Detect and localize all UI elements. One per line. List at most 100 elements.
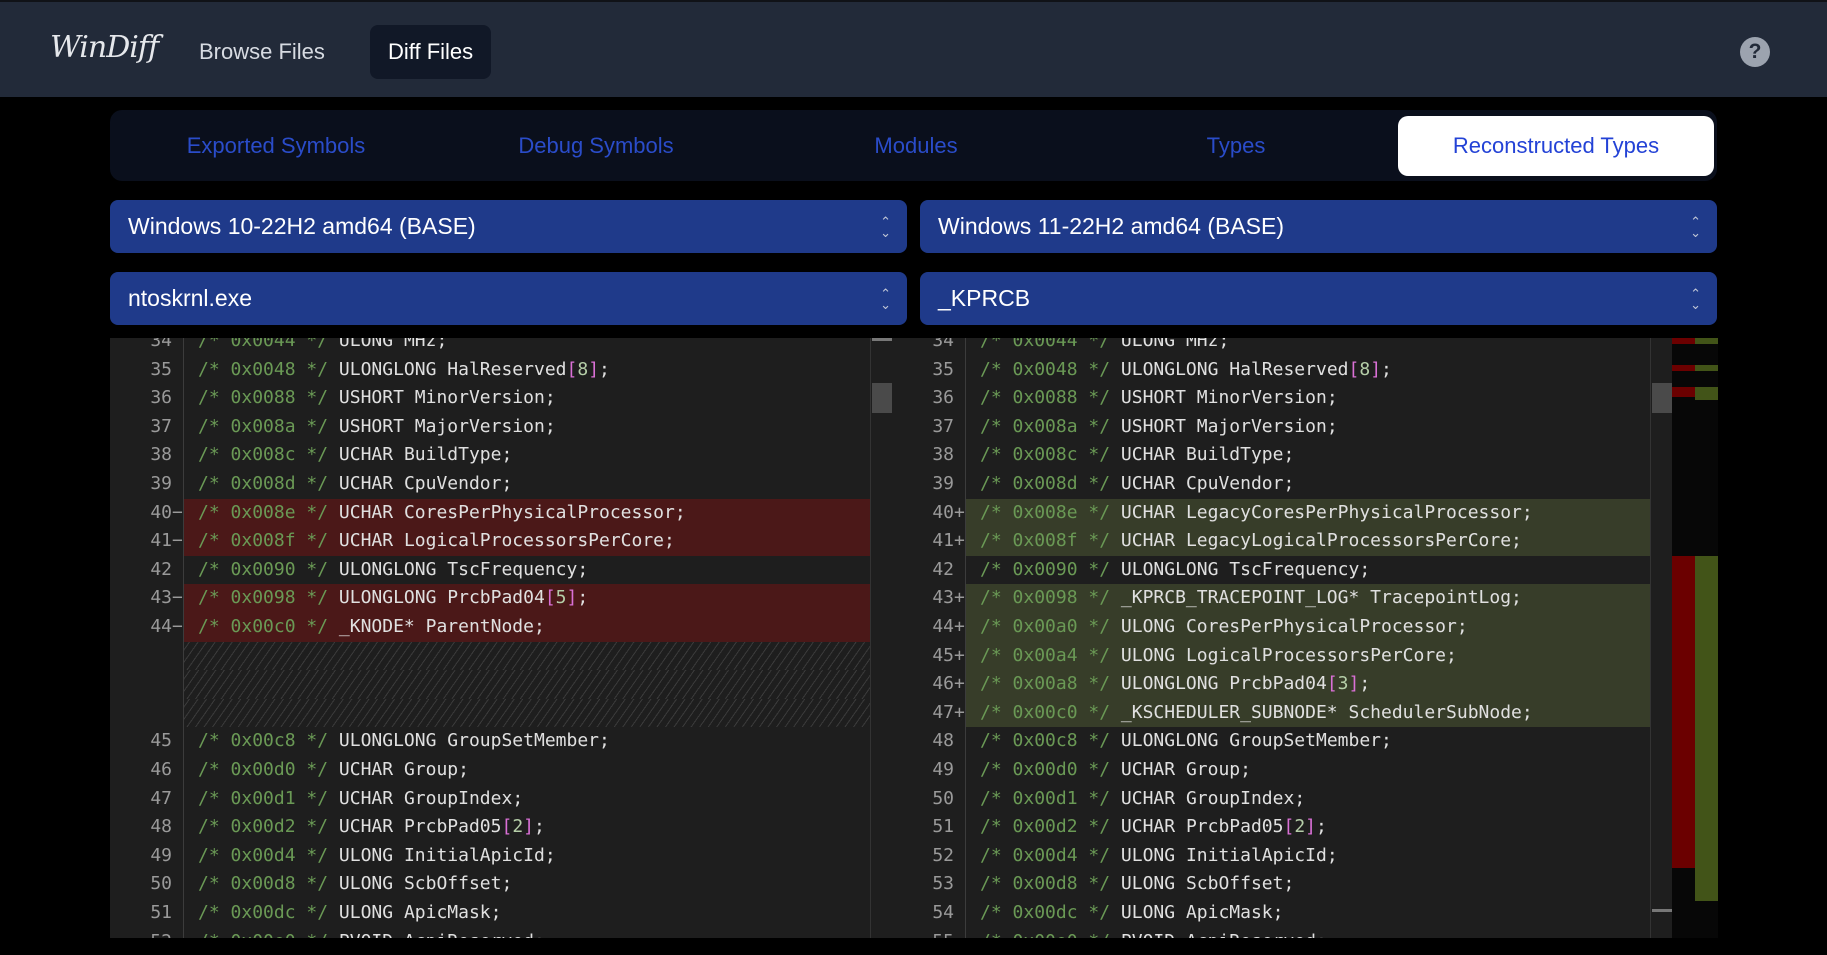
diff-line[interactable]: 34 /* 0x0044 */ ULONG MHz; xyxy=(892,338,1672,356)
diff-line[interactable]: 41 + /* 0x008f */ UCHAR LegacyLogicalProce… xyxy=(892,527,1672,556)
right-diff-pane[interactable]: 34 /* 0x0044 */ ULONG MHz; 35 /* 0x0048 */ … xyxy=(892,338,1672,938)
field-offset: 0x00c8 xyxy=(1012,730,1078,752)
tab-modules[interactable]: Modules xyxy=(758,116,1074,176)
diff-line[interactable]: 43− /* 0x0098 */ ULONGLONG PrcbPad04[5]; xyxy=(110,584,892,613)
diff-line[interactable]: 50 /* 0x00d1 */ UCHAR GroupIndex; xyxy=(892,785,1672,814)
field-name: AcpiReserved xyxy=(1186,931,1316,938)
field-type: UCHAR xyxy=(338,444,404,466)
semicolon: ; xyxy=(599,358,610,380)
diff-line[interactable]: 40 + /* 0x008e */ UCHAR LegacyCoresPerPhys… xyxy=(892,499,1672,528)
diff-line[interactable]: 42 /* 0x0090 */ ULONGLONG TscFrequency; xyxy=(892,556,1672,585)
diff-line[interactable]: 38 /* 0x008c */ UCHAR BuildType; xyxy=(892,441,1672,470)
field-offset: 0x00c0 xyxy=(230,616,296,637)
tab-types[interactable]: Types xyxy=(1078,116,1394,176)
field-offset: 0x0048 xyxy=(230,358,296,380)
diff-line[interactable]: 41− /* 0x008f */ UCHAR LogicalProcessorsP… xyxy=(110,527,892,556)
diff-line[interactable]: 45 + /* 0x00a4 */ ULONG LogicalProcessorsP… xyxy=(892,642,1672,671)
diff-overview-ruler[interactable] xyxy=(1672,338,1718,938)
field-type: ULONGLONG xyxy=(1120,358,1230,380)
nav-browse-files[interactable]: Browse Files xyxy=(181,25,343,79)
field-name: SchedulerSubNode xyxy=(1348,701,1522,723)
diff-line[interactable]: 39 /* 0x008d */ UCHAR CpuVendor; xyxy=(110,470,892,499)
array-bracket: ] xyxy=(566,587,578,609)
left-version-select[interactable]: Windows 10-22H2 amd64 (BASE) ⌃ ⌄ xyxy=(110,200,907,253)
diff-line[interactable]: 37 /* 0x008a */ USHORT MajorVersion; xyxy=(110,413,892,442)
code-text: /* 0x0044 */ ULONG MHz; xyxy=(198,338,447,356)
diff-line[interactable]: 35 /* 0x0048 */ ULONGLONG HalReserved[8]; xyxy=(110,356,892,385)
help-icon[interactable]: ? xyxy=(1740,37,1770,67)
diff-line[interactable]: 48 /* 0x00c8 */ ULONGLONG GroupSetMember; xyxy=(892,727,1672,756)
diff-line[interactable]: 37 /* 0x008a */ USHORT MajorVersion; xyxy=(892,413,1672,442)
comment-close: */ xyxy=(295,759,339,780)
diff-line[interactable]: 51 /* 0x00dc */ ULONG ApicMask; xyxy=(110,899,892,928)
diff-line[interactable]: 39 /* 0x008d */ UCHAR CpuVendor; xyxy=(892,470,1672,499)
field-offset: 0x00d1 xyxy=(230,787,296,809)
field-offset: 0x008e xyxy=(230,501,296,523)
diff-line[interactable]: 48 /* 0x00d2 */ UCHAR PrcbPad05[2]; xyxy=(110,813,892,842)
diff-line[interactable]: 52 /* 0x00d4 */ ULONG InitialApicId; xyxy=(892,842,1672,871)
code-text: /* 0x0088 */ USHORT MinorVersion; xyxy=(198,384,556,413)
line-number: 46 xyxy=(150,759,172,780)
diff-line[interactable]: 36 /* 0x0088 */ USHORT MinorVersion; xyxy=(110,384,892,413)
diff-line[interactable]: 47 /* 0x00d1 */ UCHAR GroupIndex; xyxy=(110,785,892,814)
diff-line[interactable]: 46 /* 0x00d0 */ UCHAR Group; xyxy=(110,756,892,785)
updown-chevron-icon: ⌃ ⌄ xyxy=(1690,285,1701,312)
comment-close: */ xyxy=(1078,931,1121,938)
diff-line[interactable]: 50 /* 0x00d8 */ ULONG ScbOffset; xyxy=(110,870,892,899)
diff-line[interactable]: 42 /* 0x0090 */ ULONGLONG TscFrequency; xyxy=(110,556,892,585)
semicolon: ; xyxy=(436,338,448,351)
insert-marker: + xyxy=(954,587,965,609)
field-type: UCHAR xyxy=(1120,444,1186,466)
line-number: 50 xyxy=(932,787,954,809)
array-bracket: [ xyxy=(566,358,578,380)
array-bracket: [ xyxy=(1283,816,1295,838)
code-text: /* 0x00d2 */ UCHAR PrcbPad05[2]; xyxy=(198,813,545,842)
diff-line[interactable]: 47 + /* 0x00c0 */ _KSCHEDULER_SUBNODE* Sch… xyxy=(892,699,1672,728)
field-type: ULONG xyxy=(338,844,404,866)
diff-line[interactable]: 49 /* 0x00d4 */ ULONG InitialApicId; xyxy=(110,842,892,871)
diff-line[interactable]: 54 /* 0x00dc */ ULONG ApicMask; xyxy=(892,899,1672,928)
code-text: /* 0x008a */ USHORT MajorVersion; xyxy=(198,413,556,442)
diff-line[interactable]: 44− /* 0x00c0 */ _KNODE* ParentNode; xyxy=(110,613,892,642)
binary-select[interactable]: ntoskrnl.exe ⌃ ⌄ xyxy=(110,272,907,325)
diff-line[interactable]: 53 /* 0x00d8 */ ULONG ScbOffset; xyxy=(892,870,1672,899)
semicolon: ; xyxy=(1326,415,1338,437)
field-name: Group xyxy=(403,759,459,780)
comment-close: */ xyxy=(1077,530,1121,552)
diff-line[interactable]: 43 + /* 0x0098 */ _KPRCB_TRACEPOINT_LOG* T… xyxy=(892,584,1672,613)
diff-line[interactable]: 51 /* 0x00d2 */ UCHAR PrcbPad05[2]; xyxy=(892,813,1672,842)
diff-line[interactable]: 55 /* 0x00e0 */ PVOID AcpiReserved; xyxy=(892,928,1672,938)
comment-close: */ xyxy=(1077,701,1121,723)
windiff-logo[interactable]: WinDiff xyxy=(50,30,159,65)
field-type: _KPRCB_TRACEPOINT_LOG* xyxy=(1120,587,1371,609)
type-select[interactable]: _KPRCB ⌃ ⌄ xyxy=(920,272,1717,325)
diff-line[interactable]: 34 /* 0x0044 */ ULONG MHz; xyxy=(110,338,892,356)
field-name: ApicMask xyxy=(403,902,491,923)
diff-line[interactable]: 36 /* 0x0088 */ USHORT MinorVersion; xyxy=(892,384,1672,413)
right-version-select[interactable]: Windows 11-22H2 amd64 (BASE) ⌃ ⌄ xyxy=(920,200,1717,253)
array-bracket: ] xyxy=(1348,673,1360,695)
field-type: _KSCHEDULER_SUBNODE* xyxy=(1120,701,1349,723)
tab-debug-symbols[interactable]: Debug Symbols xyxy=(438,116,754,176)
insert-marker: + xyxy=(954,673,965,695)
comment-close: */ xyxy=(1077,616,1121,637)
field-type: ULONGLONG xyxy=(338,730,448,752)
tab-exported-symbols[interactable]: Exported Symbols xyxy=(118,116,434,176)
comment-close: */ xyxy=(1077,673,1121,695)
diff-line[interactable]: 46 + /* 0x00a8 */ ULONGLONG PrcbPad04[3]; xyxy=(892,670,1672,699)
nav-diff-files[interactable]: Diff Files xyxy=(370,25,492,79)
comment-open: /* xyxy=(980,730,1013,752)
diff-line[interactable]: 52 /* 0x00e0 */ PVOID AcpiReserved; xyxy=(110,928,892,938)
diff-line[interactable]: 45 /* 0x00c8 */ ULONGLONG GroupSetMember; xyxy=(110,727,892,756)
left-diff-pane[interactable]: 34 /* 0x0044 */ ULONG MHz; 35 /* 0x0048 */ … xyxy=(110,338,892,938)
diff-line[interactable]: 49 /* 0x00d0 */ UCHAR Group; xyxy=(892,756,1672,785)
diff-line[interactable]: 40− /* 0x008e */ UCHAR CoresPerPhysicalPr… xyxy=(110,499,892,528)
line-number: 41− xyxy=(110,527,183,556)
field-type: UCHAR xyxy=(1120,530,1186,552)
diff-line[interactable]: 38 /* 0x008c */ UCHAR BuildType; xyxy=(110,441,892,470)
diff-line[interactable]: 44 + /* 0x00a0 */ ULONG CoresPerPhysicalPr… xyxy=(892,613,1672,642)
diff-line[interactable]: 35 /* 0x0048 */ ULONGLONG HalReserved[8]; xyxy=(892,356,1672,385)
code-text: /* 0x00a0 */ ULONG CoresPerPhysicalProce… xyxy=(980,613,1468,642)
tab-reconstructed-types[interactable]: Reconstructed Types xyxy=(1398,116,1714,176)
comment-close: */ xyxy=(1077,844,1121,866)
